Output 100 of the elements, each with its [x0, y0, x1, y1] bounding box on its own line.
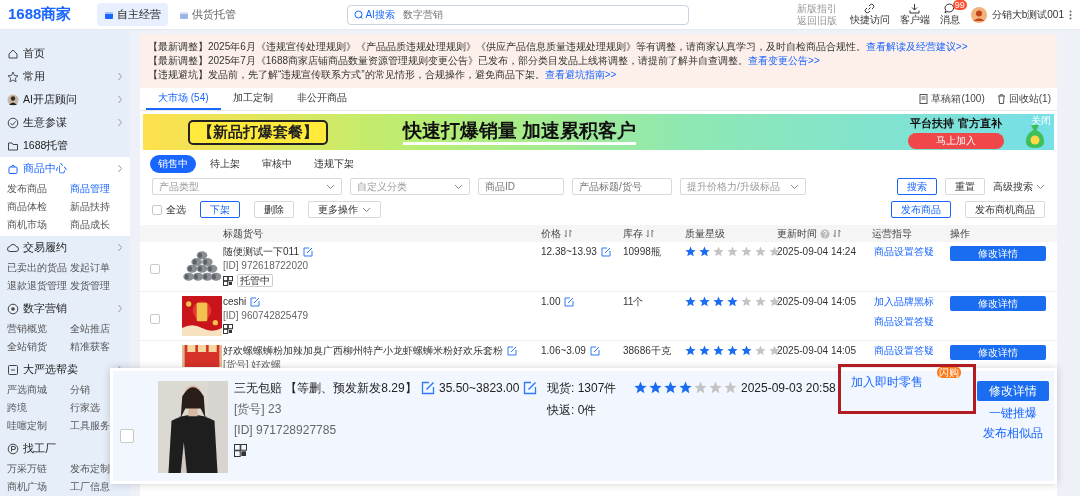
- delete-button[interactable]: 删除: [254, 201, 294, 218]
- top-tab[interactable]: 供货托管: [172, 3, 244, 26]
- sidebar-item[interactable]: 找工厂: [0, 437, 130, 460]
- sidebar-subitem[interactable]: 全站销货: [7, 338, 47, 356]
- checkbox[interactable]: [150, 264, 160, 274]
- top-tab[interactable]: 自主经营: [97, 3, 169, 26]
- sidebar-subitem[interactable]: 发布定制: [70, 460, 110, 478]
- user-name[interactable]: 分销大b测试001: [991, 7, 1064, 22]
- sidebar-item[interactable]: 首页: [0, 42, 130, 65]
- sidebar-subitem[interactable]: 商机市场: [7, 216, 47, 234]
- more-actions-button[interactable]: 更多操作: [308, 201, 381, 218]
- drafts-link[interactable]: 草稿箱(100): [919, 92, 985, 106]
- sidebar-subitem[interactable]: 商品管理: [70, 180, 110, 198]
- sidebar-subitem[interactable]: 精准获客: [70, 338, 110, 356]
- sidebar-subitem[interactable]: 商品体检: [7, 198, 47, 216]
- shortcut-button[interactable]: 客户端: [899, 3, 930, 26]
- promo-banner[interactable]: 【新品打爆套餐】 快速打爆销量 加速累积客户 平台扶持 官方直补 马上加入 关闭: [143, 114, 1054, 150]
- sidebar-item[interactable]: 生意参谋: [0, 111, 130, 134]
- star-icon: [699, 296, 710, 307]
- publish-button[interactable]: 发布商品: [891, 201, 951, 218]
- update-time: 2025-09-04 14:05: [777, 296, 857, 308]
- sidebar-subitem[interactable]: 发起订单: [70, 259, 110, 277]
- product-title[interactable]: ceshi: [223, 296, 247, 308]
- notice-link[interactable]: 查看解读及经营建议>>: [865, 41, 968, 52]
- guide-link[interactable]: 加入即时零售: [851, 375, 923, 389]
- sidebar-subitem[interactable]: 分销: [70, 381, 90, 399]
- join-button[interactable]: 马上加入: [908, 132, 1004, 149]
- status-filter[interactable]: 销售中: [150, 155, 196, 173]
- sidebar-item[interactable]: 商品中心: [0, 157, 130, 180]
- sidebar-subitem[interactable]: 工具服务: [70, 417, 110, 435]
- tab[interactable]: 非公开商品: [284, 88, 359, 110]
- guide-link[interactable]: 商品设置答疑: [874, 345, 934, 357]
- guide-link[interactable]: 商品设置答疑: [874, 246, 934, 258]
- sidebar-item[interactable]: 1688托管: [0, 134, 130, 157]
- column-header: 库存: [623, 226, 643, 241]
- edit-details-button[interactable]: 修改详情: [950, 246, 1046, 261]
- sidebar-subitem[interactable]: 发货管理: [70, 277, 110, 295]
- product-title[interactable]: 三无包赔 【等删、预发新发8.29】: [234, 381, 417, 395]
- sidebar-subitem[interactable]: 已卖出的货品: [7, 259, 67, 277]
- stock-text: 10998瓶: [623, 246, 662, 258]
- checkbox[interactable]: [150, 314, 160, 324]
- checkbox[interactable]: [120, 429, 134, 443]
- sidebar-subitem[interactable]: 商品成长: [70, 216, 110, 234]
- notice-link[interactable]: 查看变更公告>>: [748, 55, 820, 66]
- edit-details-button[interactable]: 修改详情: [950, 345, 1046, 360]
- ai-search-label[interactable]: AI搜索: [354, 7, 395, 22]
- sidebar-subitem[interactable]: 工厂信息: [70, 478, 110, 496]
- edit-details-button[interactable]: 修改详情: [977, 381, 1049, 401]
- sidebar-subitem[interactable]: 新品扶持: [70, 198, 110, 216]
- home-icon: [7, 47, 19, 60]
- advanced-search-link[interactable]: 高级搜索: [993, 179, 1045, 194]
- search-box[interactable]: AI搜索 数字营销: [347, 4, 690, 25]
- recycle-bin-link[interactable]: 回收站(1): [996, 92, 1051, 106]
- sidebar-subitem[interactable]: 发布商品: [7, 180, 47, 198]
- input-field[interactable]: 产品标题/货号: [572, 178, 672, 195]
- sidebar-subitem[interactable]: 跨境: [7, 399, 27, 417]
- price-text: 1.00: [541, 296, 561, 308]
- delist-button[interactable]: 下架: [200, 201, 240, 218]
- logo[interactable]: 1688商家: [8, 5, 72, 24]
- product-title[interactable]: 随便测试一下011: [223, 246, 299, 258]
- sidebar-item[interactable]: AI开店顾问: [0, 88, 130, 111]
- notice-link[interactable]: 查看避坑指南>>: [544, 69, 617, 80]
- sidebar-item[interactable]: 常用: [0, 65, 130, 88]
- shortcut-button[interactable]: 快捷访问: [849, 3, 890, 26]
- sidebar-subitem[interactable]: 商机广场: [7, 478, 47, 496]
- tab[interactable]: 加工定制: [220, 88, 285, 110]
- input-field[interactable]: 商品ID: [478, 178, 564, 195]
- sidebar-subitem[interactable]: 万采万链: [7, 460, 47, 478]
- status-filter[interactable]: 待上架: [202, 155, 248, 173]
- star-icon: [727, 345, 738, 356]
- edit-icon: [523, 381, 538, 395]
- sidebar-item[interactable]: 数字营销: [0, 297, 130, 320]
- product-title[interactable]: 好欢螺螺蛳粉加辣加臭广西柳州特产小龙虾螺蛳米粉好欢乐套粉: [223, 345, 503, 357]
- guide-link[interactable]: 加入品牌黑标: [874, 296, 934, 308]
- tab[interactable]: 大市场 (54): [146, 88, 221, 110]
- checkbox[interactable]: [152, 204, 162, 215]
- count-badge: 99: [952, 0, 967, 10]
- star-icon: [713, 296, 724, 307]
- status-filter[interactable]: 违规下架: [306, 155, 362, 173]
- sidebar-subitem[interactable]: 哇噻定制: [7, 417, 47, 435]
- search-button[interactable]: 搜索: [897, 178, 937, 195]
- column-header: 标题货号: [223, 226, 263, 241]
- action-link[interactable]: 一键推爆: [989, 406, 1037, 421]
- sidebar-subitem[interactable]: 行家选: [70, 399, 100, 417]
- guide-link[interactable]: 商品设置答疑: [874, 316, 934, 328]
- action-link[interactable]: 发布相似品: [983, 426, 1043, 441]
- sidebar-subitem[interactable]: 营销概览: [7, 320, 47, 338]
- link-icon: [864, 3, 876, 14]
- gauge-icon: [7, 116, 19, 129]
- star-icon: [741, 296, 752, 307]
- publish-button[interactable]: 发布商机商品: [965, 201, 1045, 218]
- reset-button[interactable]: 重置: [945, 178, 985, 195]
- search-input[interactable]: 数字营销: [400, 8, 683, 21]
- sidebar-subitem[interactable]: 退款退货管理: [7, 277, 67, 295]
- status-filter[interactable]: 审核中: [254, 155, 300, 173]
- sidebar-item[interactable]: 大严选帮卖: [0, 358, 130, 381]
- sidebar-subitem[interactable]: 全站推店: [70, 320, 110, 338]
- sidebar-item[interactable]: 交易履约: [0, 236, 130, 259]
- edit-details-button[interactable]: 修改详情: [950, 296, 1046, 311]
- sidebar-subitem[interactable]: 严选商城: [7, 381, 47, 399]
